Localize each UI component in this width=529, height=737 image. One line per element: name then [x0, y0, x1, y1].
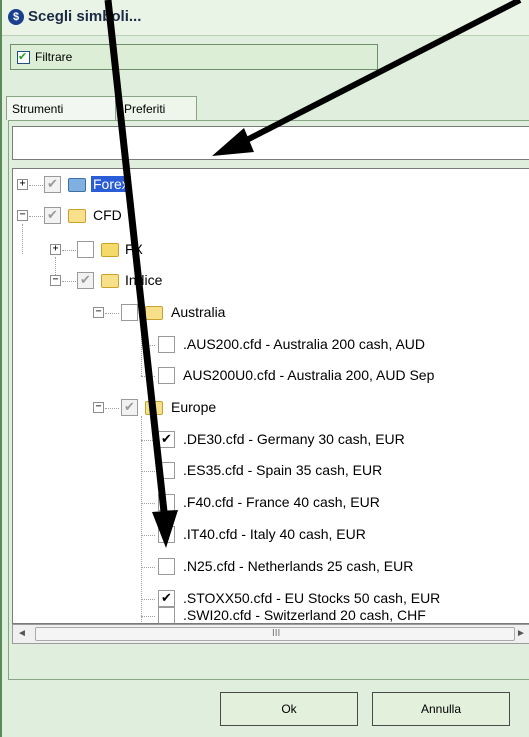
tree-checkbox[interactable]	[44, 176, 61, 193]
tree-checkbox[interactable]	[121, 399, 138, 416]
tree-row-fx[interactable]: + FX	[13, 239, 529, 261]
window-title: Scegli simboli...	[28, 8, 142, 25]
tree-checkbox[interactable]	[158, 607, 175, 623]
tree-row-indice[interactable]: − Indice	[13, 270, 529, 292]
cancel-button[interactable]: Annulla	[372, 692, 510, 726]
tree-row-aus200[interactable]: .AUS200.cfd - Australia 200 cash, AUD	[13, 334, 529, 356]
tree-label[interactable]: Europe	[171, 399, 216, 415]
tab-preferiti[interactable]: Preferiti	[118, 96, 197, 120]
tree-row-it40[interactable]: .IT40.cfd - Italy 40 cash, EUR	[13, 524, 529, 546]
globe-folder-icon	[68, 178, 86, 192]
filter-bar: Filtrare	[10, 44, 378, 70]
tree-label[interactable]: FX	[125, 241, 143, 257]
collapse-icon[interactable]: −	[17, 210, 28, 221]
tree-label[interactable]: Forex	[91, 176, 131, 192]
horizontal-scrollbar[interactable]: ◄ III ►	[12, 624, 529, 644]
tree-row-australia[interactable]: − Australia	[13, 302, 529, 324]
tree-checkbox[interactable]	[44, 207, 61, 224]
tree-row-europe[interactable]: − Europe	[13, 397, 529, 419]
tree-label[interactable]: Indice	[125, 272, 162, 288]
tree-label[interactable]: AUS200U0.cfd - Australia 200, AUD Sep	[183, 367, 434, 383]
scroll-grip-icon: III	[272, 628, 281, 639]
tree-label[interactable]: .STOXX50.cfd - EU Stocks 50 cash, EUR	[183, 590, 440, 606]
ok-button[interactable]: Ok	[220, 692, 358, 726]
tree-checkbox[interactable]	[158, 367, 175, 384]
tree-row-es35[interactable]: .ES35.cfd - Spain 35 cash, EUR	[13, 460, 529, 482]
dialog-window: $ Scegli simboli... Filtrare Strumenti P…	[0, 0, 529, 737]
tree-checkbox[interactable]	[158, 462, 175, 479]
filter-checkbox[interactable]	[17, 50, 30, 64]
folder-open-icon	[145, 306, 163, 320]
tree-checkbox[interactable]	[121, 304, 138, 321]
tree-checkbox[interactable]	[77, 272, 94, 289]
tree-row-cfd[interactable]: − CFD	[13, 205, 529, 227]
scroll-right-icon[interactable]: ►	[512, 625, 529, 643]
scroll-thumb[interactable]: III	[35, 627, 515, 641]
search-input[interactable]	[12, 126, 529, 160]
tree-checkbox[interactable]	[77, 241, 94, 258]
tree-row-de30[interactable]: .DE30.cfd - Germany 30 cash, EUR	[13, 429, 529, 451]
folder-open-icon	[68, 209, 86, 223]
tree-label[interactable]: .N25.cfd - Netherlands 25 cash, EUR	[183, 558, 413, 574]
tree-row-aus200u0[interactable]: AUS200U0.cfd - Australia 200, AUD Sep	[13, 365, 529, 387]
expand-icon[interactable]: +	[17, 179, 28, 190]
tree-checkbox[interactable]	[158, 431, 175, 448]
tree-checkbox[interactable]	[158, 526, 175, 543]
collapse-icon[interactable]: −	[93, 402, 104, 413]
tree-row-forex[interactable]: + Forex	[13, 174, 529, 196]
tree-row-f40[interactable]: .F40.cfd - France 40 cash, EUR	[13, 492, 529, 514]
tree-label[interactable]: Australia	[171, 304, 225, 320]
scroll-left-icon[interactable]: ◄	[13, 625, 31, 643]
tab-strumenti[interactable]: Strumenti	[6, 96, 116, 120]
expand-icon[interactable]: +	[50, 244, 61, 255]
tree-label[interactable]: .ES35.cfd - Spain 35 cash, EUR	[183, 462, 382, 478]
tree-label[interactable]: .F40.cfd - France 40 cash, EUR	[183, 494, 380, 510]
tree-row-n25[interactable]: .N25.cfd - Netherlands 25 cash, EUR	[13, 556, 529, 578]
folder-open-icon	[101, 274, 119, 288]
tree-label[interactable]: .SWI20.cfd - Switzerland 20 cash, CHF	[183, 607, 426, 623]
tree-row-swi20[interactable]: .SWI20.cfd - Switzerland 20 cash, CHF	[13, 605, 529, 623]
folder-open-icon	[145, 401, 163, 415]
tree-checkbox[interactable]	[158, 558, 175, 575]
tree-label[interactable]: .AUS200.cfd - Australia 200 cash, AUD	[183, 336, 425, 352]
collapse-icon[interactable]: −	[93, 307, 104, 318]
folder-icon	[101, 243, 119, 257]
collapse-icon[interactable]: −	[50, 275, 61, 286]
tree-checkbox[interactable]	[158, 494, 175, 511]
tree-checkbox[interactable]	[158, 336, 175, 353]
title-bar[interactable]: $ Scegli simboli...	[2, 0, 529, 36]
tree-label[interactable]: .DE30.cfd - Germany 30 cash, EUR	[183, 431, 405, 447]
tree-label[interactable]: CFD	[93, 207, 122, 223]
tree-label[interactable]: .IT40.cfd - Italy 40 cash, EUR	[183, 526, 366, 542]
symbol-tree: + Forex − CFD + FX −	[12, 168, 529, 624]
app-icon: $	[8, 9, 24, 25]
filter-label: Filtrare	[35, 50, 73, 64]
